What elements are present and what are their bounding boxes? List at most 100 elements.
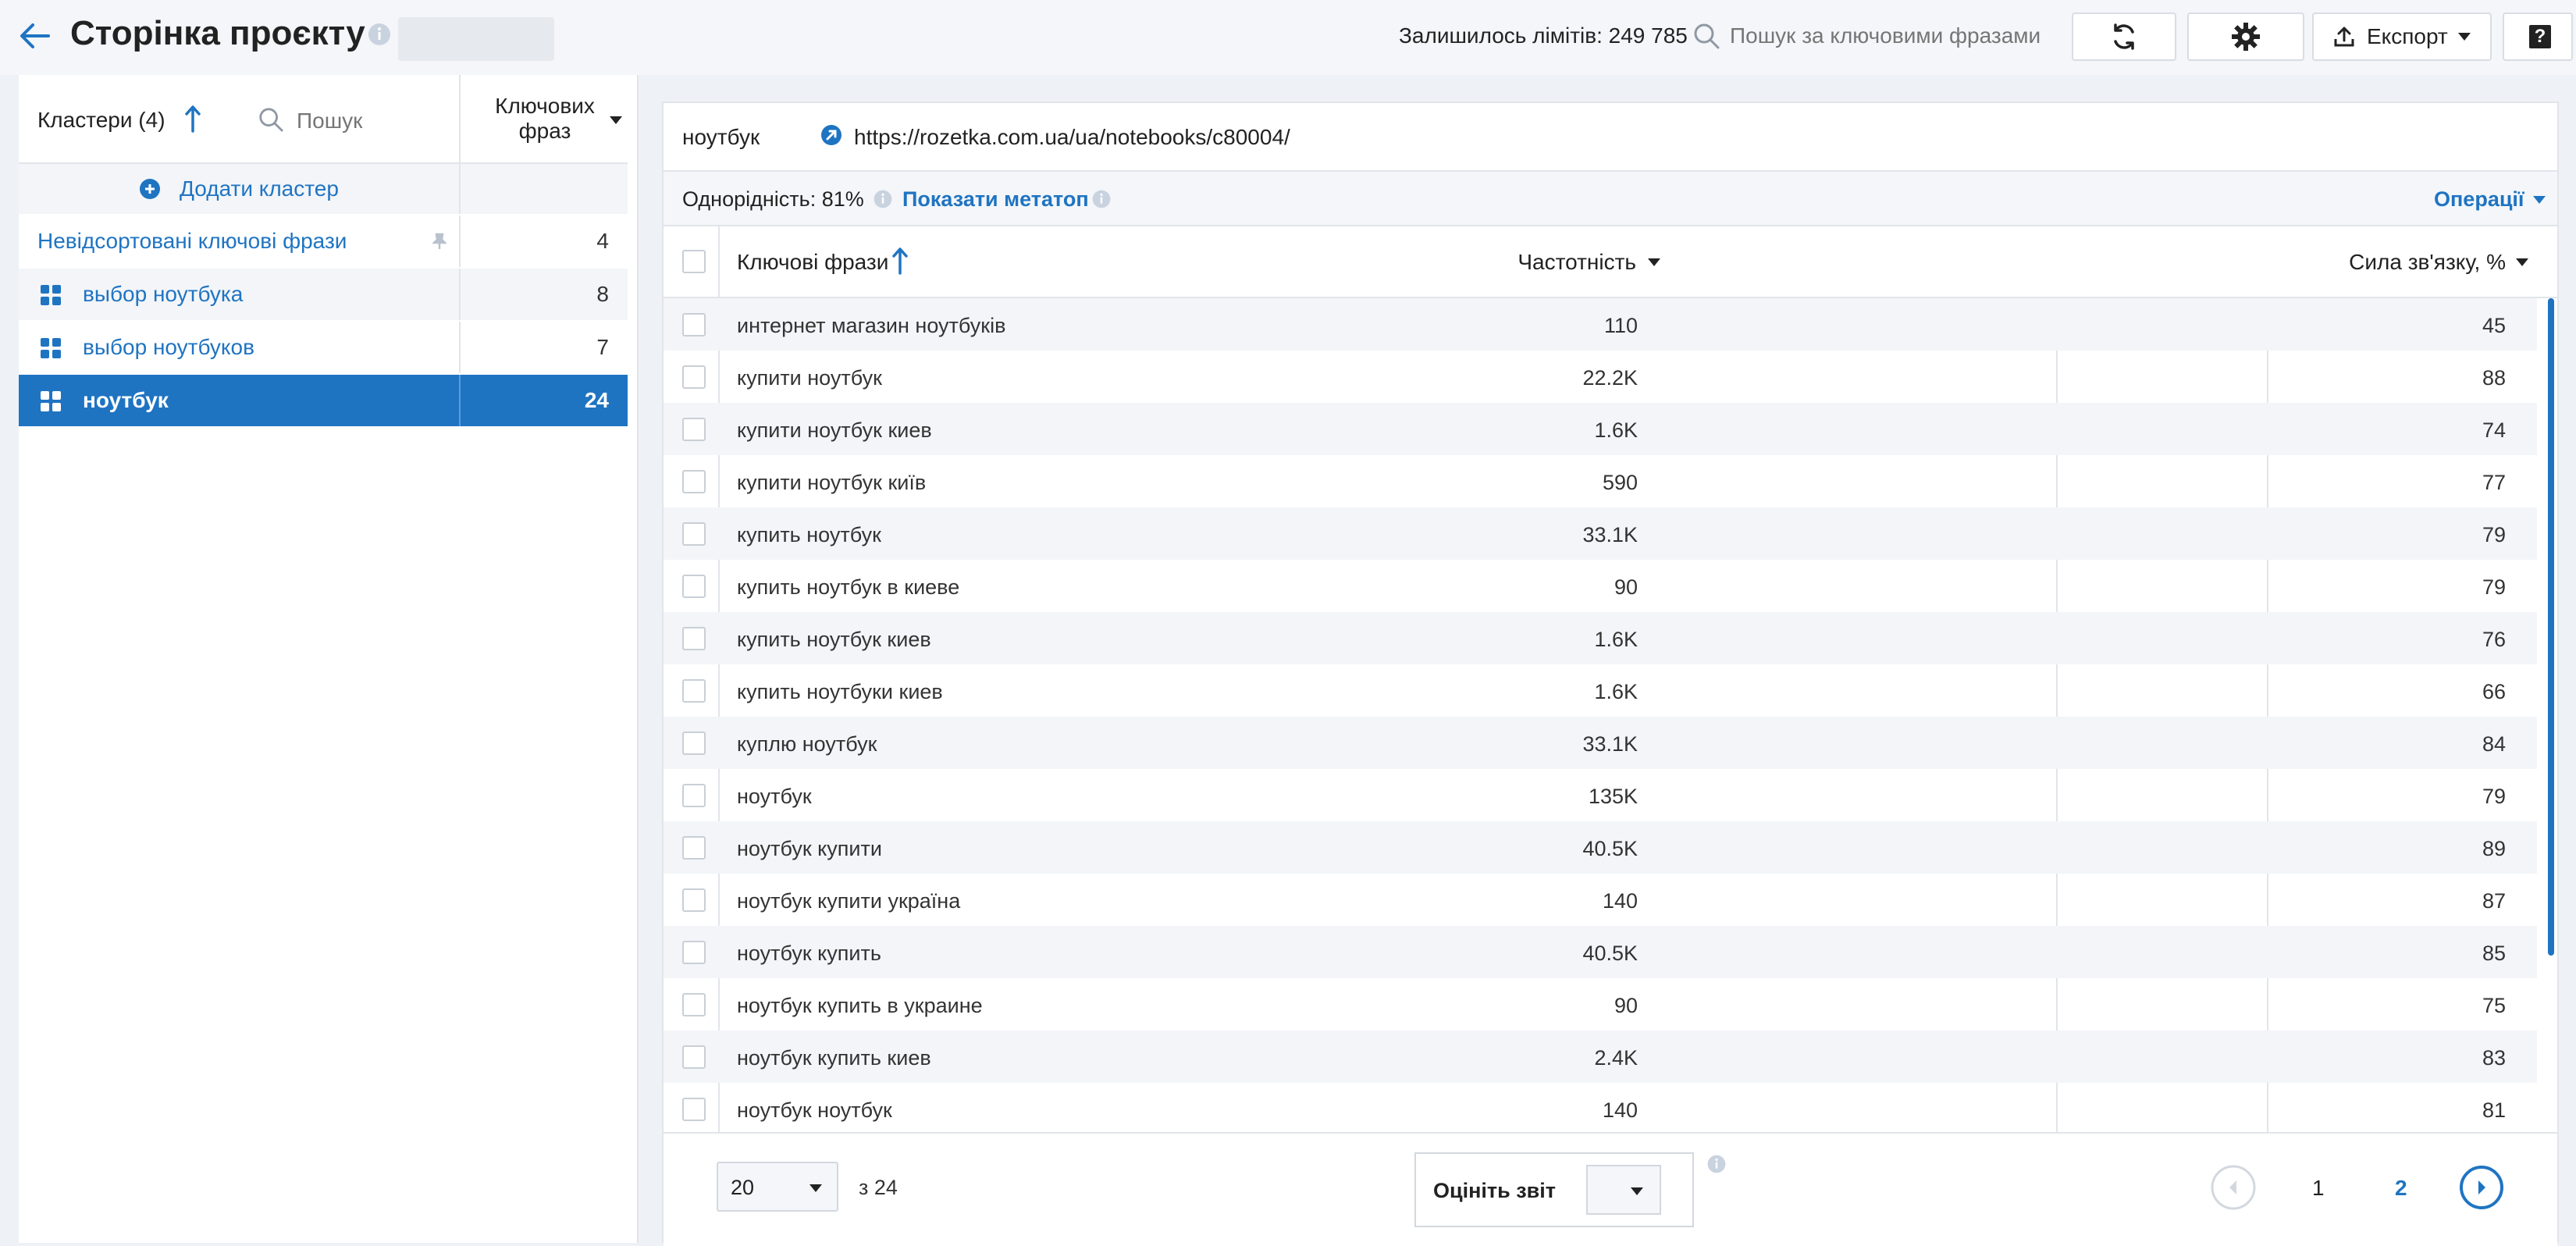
frequency-column-header[interactable]: Частотність xyxy=(1517,250,1636,275)
keywords-column-header[interactable]: Ключові фрази xyxy=(737,250,888,275)
rate-report-widget: Оцініть звіт xyxy=(1414,1152,1694,1227)
sort-up-arrow-icon[interactable] xyxy=(184,105,201,133)
table-scrollbar[interactable] xyxy=(2548,298,2554,956)
gear-icon xyxy=(2230,21,2261,52)
select-all-checkbox[interactable] xyxy=(682,250,706,273)
row-checkbox[interactable] xyxy=(682,888,706,912)
settings-button[interactable] xyxy=(2187,12,2304,61)
show-metatop-link[interactable]: Показати метатоп xyxy=(902,187,1089,212)
cluster-item[interactable]: выбор ноутбука 8 xyxy=(19,269,628,320)
cluster-item-label: выбор ноутбуков xyxy=(83,335,254,359)
caret-down-icon[interactable] xyxy=(2515,258,2529,267)
table-row[interactable]: купити ноутбук 22.2K 88 xyxy=(664,351,2537,403)
row-checkbox[interactable] xyxy=(682,575,706,598)
table-row[interactable]: ноутбук ноутбук 140 81 xyxy=(664,1083,2537,1135)
next-page-icon[interactable] xyxy=(2459,1165,2504,1210)
table-row[interactable]: ноутбук купить киев 2.4K 83 xyxy=(664,1031,2537,1083)
table-row[interactable]: куплю ноутбук 33.1K 84 xyxy=(664,717,2537,769)
cluster-item[interactable]: выбор ноутбуков 7 xyxy=(19,322,628,373)
row-checkbox[interactable] xyxy=(682,679,706,703)
frequency-cell: 2.4K xyxy=(1594,1046,1638,1070)
caret-down-icon[interactable] xyxy=(1647,258,1661,267)
keyword-cell: купити ноутбук київ xyxy=(737,471,927,494)
row-checkbox[interactable] xyxy=(682,365,706,389)
search-icon xyxy=(258,106,284,133)
keyword-cell: купить ноутбук xyxy=(737,523,881,546)
help-button[interactable]: ? xyxy=(2503,12,2573,61)
table-row[interactable]: ноутбук купить в украине 90 75 xyxy=(664,978,2537,1031)
clusters-sort-label[interactable]: Кластери (4) xyxy=(37,108,165,133)
row-checkbox[interactable] xyxy=(682,522,706,546)
keyword-cell: ноутбук купить xyxy=(737,942,881,965)
row-checkbox[interactable] xyxy=(682,1098,706,1121)
page-1-button[interactable]: 1 xyxy=(2312,1176,2325,1201)
strength-cell: 81 xyxy=(2482,1098,2506,1122)
row-checkbox[interactable] xyxy=(682,732,706,755)
strength-cell: 77 xyxy=(2482,471,2506,494)
strength-column-header[interactable]: Сила зв'язку, % xyxy=(2349,250,2506,275)
export-button[interactable]: Експорт xyxy=(2312,12,2492,61)
frequency-cell: 110 xyxy=(1603,314,1638,337)
strength-cell: 75 xyxy=(2482,994,2506,1017)
caret-down-icon[interactable] xyxy=(609,116,623,125)
phrases-count-column-header[interactable]: Ключових фраз xyxy=(482,94,607,144)
page-2-button[interactable]: 2 xyxy=(2395,1176,2407,1201)
table-row[interactable]: купить ноутбуки киев 1.6K 66 xyxy=(664,664,2537,717)
keyword-cell: ноутбук купити xyxy=(737,837,882,860)
table-row[interactable]: ноутбук купити 40.5K 89 xyxy=(664,821,2537,874)
row-checkbox[interactable] xyxy=(682,784,706,807)
row-checkbox[interactable] xyxy=(682,993,706,1016)
top-header: Сторінка проєкту Залишилось лімітів: 249… xyxy=(0,0,2576,75)
table-row[interactable]: купить ноутбук киев 1.6K 76 xyxy=(664,612,2537,664)
row-checkbox[interactable] xyxy=(682,470,706,493)
page-size-select[interactable]: 20 xyxy=(717,1162,838,1212)
keyword-cell: купить ноутбук в киеве xyxy=(737,575,960,599)
info-icon[interactable] xyxy=(367,22,392,47)
info-icon[interactable] xyxy=(1706,1154,1727,1174)
frequency-cell: 140 xyxy=(1602,1098,1638,1122)
pin-icon[interactable] xyxy=(432,233,447,250)
strength-cell: 79 xyxy=(2482,785,2506,808)
cluster-panel: Кластери (4) Ключових фраз Додати класте… xyxy=(19,75,639,1243)
table-row[interactable]: купить ноутбук 33.1K 79 xyxy=(664,507,2537,560)
add-cluster-row[interactable]: Додати кластер xyxy=(19,164,628,214)
table-row[interactable]: ноутбук купить 40.5K 85 xyxy=(664,926,2537,978)
info-icon[interactable] xyxy=(873,189,893,209)
table-row[interactable]: интернет магазин ноутбуків 110 45 xyxy=(664,298,2537,351)
cluster-url-row: ноутбук https://rozetka.com.ua/ua/notebo… xyxy=(664,103,2557,172)
row-checkbox[interactable] xyxy=(682,941,706,964)
row-checkbox[interactable] xyxy=(682,313,706,336)
search-icon xyxy=(1692,22,1720,50)
cluster-url-link[interactable]: https://rozetka.com.ua/ua/notebooks/c800… xyxy=(854,125,1290,150)
refresh-button[interactable] xyxy=(2072,12,2176,61)
row-checkbox[interactable] xyxy=(682,627,706,650)
row-checkbox[interactable] xyxy=(682,1045,706,1069)
caret-down-icon xyxy=(809,1184,823,1193)
cluster-item-selected[interactable]: ноутбук 24 xyxy=(19,375,628,426)
cluster-item-count: 4 xyxy=(596,229,609,253)
frequency-cell: 1.6K xyxy=(1594,680,1638,703)
rate-report-select[interactable] xyxy=(1586,1165,1661,1215)
back-arrow-icon[interactable] xyxy=(17,20,52,52)
row-checkbox[interactable] xyxy=(682,836,706,860)
cluster-search-input[interactable] xyxy=(295,103,447,139)
strength-cell: 87 xyxy=(2482,889,2506,913)
strength-cell: 74 xyxy=(2482,418,2506,442)
table-row[interactable]: ноутбук 135K 79 xyxy=(664,769,2537,821)
table-row[interactable]: купить ноутбук в киеве 90 79 xyxy=(664,560,2537,612)
table-row[interactable]: купити ноутбук киев 1.6K 74 xyxy=(664,403,2537,455)
operations-dropdown[interactable]: Операції xyxy=(2434,187,2524,212)
table-row[interactable]: купити ноутбук київ 590 77 xyxy=(664,455,2537,507)
row-checkbox[interactable] xyxy=(682,418,706,441)
page-title: Сторінка проєкту xyxy=(70,14,365,52)
info-icon[interactable] xyxy=(1091,189,1112,209)
keyword-search-input[interactable] xyxy=(1728,16,2059,56)
cluster-item-unsorted[interactable]: Невідсортовані ключові фрази 4 xyxy=(19,215,628,267)
strength-cell: 88 xyxy=(2482,366,2506,390)
external-link-icon[interactable] xyxy=(820,123,843,147)
strength-cell: 89 xyxy=(2482,837,2506,860)
prev-page-icon[interactable] xyxy=(2211,1165,2256,1210)
caret-down-icon[interactable] xyxy=(2532,195,2546,205)
sort-up-arrow-icon[interactable] xyxy=(891,247,909,275)
table-row[interactable]: ноутбук купити україна 140 87 xyxy=(664,874,2537,926)
